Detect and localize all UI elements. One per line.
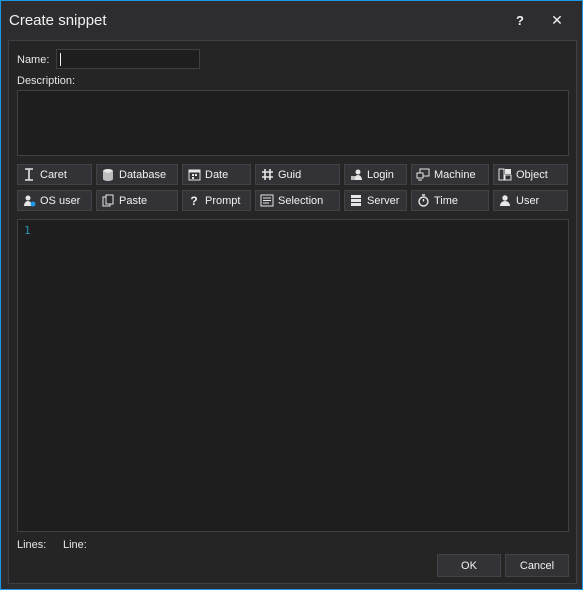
token-date-button[interactable]: Date <box>182 164 251 185</box>
token-caret-button[interactable]: Caret <box>17 164 92 185</box>
token-user-button[interactable]: User <box>493 190 568 211</box>
stopwatch-icon <box>416 194 430 208</box>
name-label: Name: <box>17 54 50 66</box>
token-machine-button[interactable]: Machine <box>411 164 489 185</box>
help-button[interactable]: ? <box>508 9 532 31</box>
token-label: Selection <box>278 194 324 207</box>
token-paste-button[interactable]: Paste <box>96 190 178 211</box>
create-snippet-dialog: Create snippet ? ✕ Name: Description: Ca… <box>0 0 583 590</box>
token-prompt-button[interactable]: ? Prompt <box>182 190 251 211</box>
question-icon: ? <box>190 193 198 208</box>
object-icon <box>498 168 512 182</box>
user-icon <box>498 194 512 208</box>
hash-icon <box>260 168 274 182</box>
token-label: OS user <box>40 194 81 207</box>
token-label: Paste <box>119 194 148 207</box>
token-guid-button[interactable]: Guid <box>255 164 340 185</box>
token-label: Caret <box>40 168 67 181</box>
description-label: Description: <box>17 75 76 87</box>
login-icon <box>349 168 363 182</box>
token-server-button[interactable]: Server <box>344 190 407 211</box>
token-label: Login <box>367 168 394 181</box>
close-button[interactable]: ✕ <box>545 9 569 31</box>
selection-icon <box>260 194 274 208</box>
token-label: Machine <box>434 168 476 181</box>
database-icon <box>101 168 115 182</box>
token-selection-button[interactable]: Selection <box>255 190 340 211</box>
paste-icon <box>101 194 115 208</box>
dialog-body: Name: Description: Caret Database Date G… <box>8 40 577 584</box>
token-label: Object <box>516 168 548 181</box>
name-input[interactable] <box>56 49 200 69</box>
cancel-button[interactable]: Cancel <box>505 554 569 577</box>
token-label: User <box>516 194 540 207</box>
calendar-icon <box>187 168 201 182</box>
text-cursor <box>60 53 61 66</box>
token-label: Date <box>205 168 229 181</box>
caret-icon <box>22 168 36 182</box>
ok-button[interactable]: OK <box>437 554 501 577</box>
server-icon <box>349 194 363 208</box>
token-label: Database <box>119 168 167 181</box>
token-login-button[interactable]: Login <box>344 164 407 185</box>
description-input[interactable] <box>17 90 569 156</box>
token-time-button[interactable]: Time <box>411 190 489 211</box>
snippet-code-editor[interactable]: 1 <box>17 219 569 532</box>
token-label: Prompt <box>205 194 241 207</box>
token-database-button[interactable]: Database <box>96 164 178 185</box>
line-number: 1 <box>24 224 31 237</box>
line-status-label: Line: <box>63 539 87 551</box>
token-object-button[interactable]: Object <box>493 164 568 185</box>
machine-icon <box>416 168 430 182</box>
dialog-title: Create snippet <box>9 12 107 29</box>
token-label: Guid <box>278 168 302 181</box>
token-label: Time <box>434 194 459 207</box>
os-user-icon <box>22 194 36 208</box>
token-os-user-button[interactable]: OS user <box>17 190 92 211</box>
title-bar: Create snippet ? ✕ <box>1 1 582 39</box>
lines-status-label: Lines: <box>17 539 47 551</box>
token-label: Server <box>367 194 400 207</box>
